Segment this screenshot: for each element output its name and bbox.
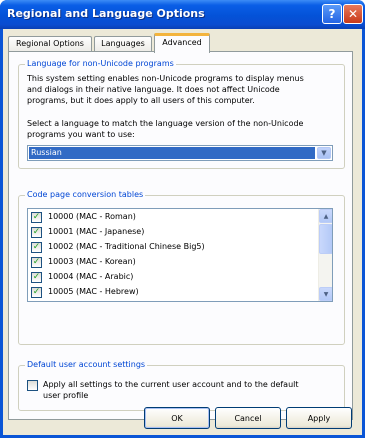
non-unicode-group: Language for non-Unicode programs This s… [18,59,345,169]
list-item-label: 10003 (MAC - Korean) [48,257,136,266]
group-label: Code page conversion tables [25,190,146,199]
checkbox-checked[interactable]: ✓ [31,272,42,283]
ok-button-label: OK [171,413,183,423]
arrow-up-icon[interactable]: ▲ [319,209,332,223]
apply-button[interactable]: Apply [286,407,352,429]
tab-languages[interactable]: Languages [94,36,152,52]
selected-language: Russian [29,147,315,159]
tab-advanced[interactable]: Advanced [154,33,210,53]
tab-regional-options[interactable]: Regional Options [8,36,92,52]
dialog-window: Regional and Language Options ? ✕ Region… [0,0,365,438]
code-page-list[interactable]: ✓ 10000 (MAC - Roman) ✓ 10001 (MAC - Jap… [27,208,333,302]
close-button[interactable]: ✕ [343,4,363,24]
list-item-label: 10004 (MAC - Arabic) [48,272,134,281]
default-user-group: Default user account settings Apply all … [18,360,345,411]
help-icon: ? [328,7,336,21]
tab-label: Regional Options [16,39,84,48]
list-item[interactable]: ✓ 10000 (MAC - Roman) [31,210,301,224]
help-button[interactable]: ? [322,4,342,24]
list-item-label: 10002 (MAC - Traditional Chinese Big5) [48,242,205,251]
list-item[interactable]: ✓ 10003 (MAC - Korean) [31,255,301,269]
cancel-button[interactable]: Cancel [215,407,281,429]
language-select[interactable]: Russian ▼ [27,145,333,161]
group-label: Language for non-Unicode programs [25,59,176,68]
apply-default-checkbox[interactable] [27,380,38,391]
list-item-label: 10001 (MAC - Japanese) [48,227,145,236]
list-item[interactable]: ✓ 10005 (MAC - Hebrew) [31,285,301,299]
tab-label: Advanced [162,38,202,47]
checkbox-checked[interactable]: ✓ [31,227,42,238]
code-page-group: Code page conversion tables ✓ 10000 (MAC… [18,190,345,345]
window-title: Regional and Language Options [7,7,205,20]
group-label: Default user account settings [25,360,148,369]
scroll-thumb[interactable] [319,224,332,254]
apply-default-label: Apply all settings to the current user a… [43,380,299,400]
checkbox-checked[interactable]: ✓ [31,287,42,298]
chevron-down-icon[interactable]: ▼ [317,147,331,159]
list-item-label: 10000 (MAC - Roman) [48,212,136,221]
list-item-label: 10005 (MAC - Hebrew) [48,287,139,296]
checkbox-checked[interactable]: ✓ [31,242,42,253]
ok-button[interactable]: OK [144,407,210,429]
vertical-scrollbar[interactable]: ▲ ▼ [318,209,332,301]
arrow-down-icon[interactable]: ▼ [319,287,332,301]
non-unicode-description: This system setting enables non-Unicode … [27,74,304,105]
title-bar[interactable]: Regional and Language Options ? ✕ [0,0,365,29]
list-item[interactable]: ✓ 10004 (MAC - Arabic) [31,270,301,284]
tab-label: Languages [101,39,145,48]
checkbox-checked[interactable]: ✓ [31,212,42,223]
cancel-button-label: Cancel [234,413,262,423]
advanced-panel: Language for non-Unicode programs This s… [8,51,353,420]
list-item[interactable]: ✓ 10001 (MAC - Japanese) [31,225,301,239]
dialog-client: Regional Options Languages Advanced Lang… [3,29,362,435]
list-item[interactable]: ✓ 10002 (MAC - Traditional Chinese Big5) [31,240,301,254]
checkbox-checked[interactable]: ✓ [31,257,42,268]
select-prompt: Select a language to match the language … [27,119,304,139]
close-icon: ✕ [347,7,359,21]
apply-button-label: Apply [307,413,331,423]
